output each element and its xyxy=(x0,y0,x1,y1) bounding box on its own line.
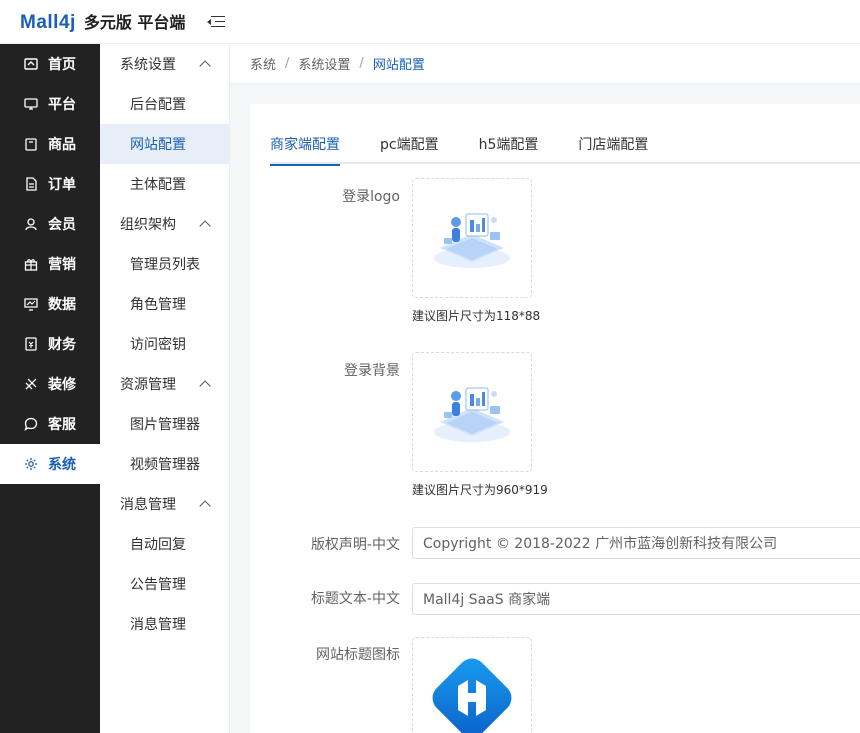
submenu-item[interactable]: 管理员列表 xyxy=(100,244,229,284)
breadcrumb-separator: / xyxy=(359,56,364,71)
submenu-item[interactable]: 主体配置 xyxy=(100,164,229,204)
submenu-item[interactable]: 图片管理器 xyxy=(100,404,229,444)
sidebar-item-label: 商品 xyxy=(48,137,76,153)
sidebar-item-label: 系统 xyxy=(48,457,76,473)
bag-icon xyxy=(24,137,38,151)
main-sidebar: 首页平台商品订单会员营销数据财务装修客服系统 xyxy=(0,44,100,733)
collapse-menu-icon[interactable] xyxy=(207,14,226,30)
placeholder-illustration-icon xyxy=(434,213,510,268)
submenu-item[interactable]: 网站配置 xyxy=(100,124,229,164)
breadcrumb-current: 网站配置 xyxy=(372,58,425,73)
submenu-group[interactable]: 系统设置 xyxy=(100,44,229,84)
favicon-label: 网站标题图标 xyxy=(316,647,400,663)
favicon-upload[interactable] xyxy=(412,637,532,733)
sidebar-item-label: 财务 xyxy=(48,337,76,353)
submenu-item[interactable]: 公告管理 xyxy=(100,564,229,604)
submenu-group-title: 资源管理 xyxy=(120,377,176,393)
tab-store-config[interactable]: 门店端配置 xyxy=(578,134,648,164)
sidebar-item-label: 营销 xyxy=(48,257,76,273)
sidebar-item-label: 首页 xyxy=(48,57,76,73)
sidebar-item[interactable]: 数据 xyxy=(0,284,100,324)
submenu-item[interactable]: 视频管理器 xyxy=(100,444,229,484)
submenu-item[interactable]: 后台配置 xyxy=(100,84,229,124)
chart-icon xyxy=(24,297,38,311)
submenu-group-title: 系统设置 xyxy=(120,57,176,73)
sidebar-item[interactable]: 装修 xyxy=(0,364,100,404)
tab-merchant-config[interactable]: 商家端配置 xyxy=(270,134,340,166)
sidebar-item[interactable]: 会员 xyxy=(0,204,100,244)
chevron-up-icon xyxy=(199,60,211,72)
favicon-logo-icon xyxy=(432,658,512,733)
login-logo-hint: 建议图片尺寸为118*88 xyxy=(412,309,541,323)
copyright-label: 版权声明-中文 xyxy=(310,537,400,553)
login-bg-label: 登录背景 xyxy=(344,363,400,379)
tab-h5-config[interactable]: h5端配置 xyxy=(479,134,539,164)
sidebar-item[interactable]: 财务 xyxy=(0,324,100,364)
chevron-up-icon xyxy=(199,500,211,512)
submenu-group-title: 组织架构 xyxy=(120,217,176,233)
submenu-item[interactable]: 自动回复 xyxy=(100,524,229,564)
members-icon xyxy=(24,217,38,231)
sidebar-item[interactable]: 平台 xyxy=(0,84,100,124)
login-bg-hint: 建议图片尺寸为960*919 xyxy=(412,483,548,497)
title-text-label: 标题文本-中文 xyxy=(310,591,400,607)
sidebar-item[interactable]: 客服 xyxy=(0,404,100,444)
home-icon xyxy=(24,57,38,71)
submenu-item[interactable]: 消息管理 xyxy=(100,604,229,644)
sidebar-item-label: 客服 xyxy=(48,417,76,433)
sidebar-item[interactable]: 系统 xyxy=(0,444,100,484)
gear-icon xyxy=(24,457,38,471)
sidebar-item[interactable]: 商品 xyxy=(0,124,100,164)
sidebar-item-label: 订单 xyxy=(48,177,76,193)
decorate-icon xyxy=(24,377,38,391)
chat-icon xyxy=(24,417,38,431)
app-title: 多元版 平台端 xyxy=(83,13,186,32)
sidebar-item-label: 装修 xyxy=(48,377,76,393)
app-logo[interactable]: Mall4j 多元版 平台端 xyxy=(20,9,185,34)
logo-mark: Mall4j xyxy=(20,12,76,33)
tab-pc-config[interactable]: pc端配置 xyxy=(380,134,439,164)
sidebar-item[interactable]: 首页 xyxy=(0,44,100,84)
submenu-group-title: 消息管理 xyxy=(120,497,176,513)
main-content: 系统 / 系统设置 / 网站配置 商家端配置 pc端配置 h5端配置 门店端配置… xyxy=(230,44,860,733)
monitor-icon xyxy=(24,97,38,111)
document-icon xyxy=(24,177,38,191)
sidebar-item-label: 数据 xyxy=(48,297,76,313)
gift-icon xyxy=(24,257,38,271)
chevron-up-icon xyxy=(199,220,211,232)
login-bg-upload[interactable] xyxy=(412,352,532,472)
login-logo-label: 登录logo xyxy=(342,189,400,205)
config-tabs: 商家端配置 pc端配置 h5端配置 门店端配置 xyxy=(270,134,860,166)
submenu-group[interactable]: 消息管理 xyxy=(100,484,229,524)
top-header: Mall4j 多元版 平台端 xyxy=(0,0,860,44)
chevron-up-icon xyxy=(199,380,211,392)
config-card: 商家端配置 pc端配置 h5端配置 门店端配置 登录logo 建议图片尺寸为11… xyxy=(250,104,860,733)
copyright-input[interactable] xyxy=(412,527,860,559)
login-logo-upload[interactable] xyxy=(412,178,532,298)
sidebar-item[interactable]: 订单 xyxy=(0,164,100,204)
sidebar-item[interactable]: 营销 xyxy=(0,244,100,284)
breadcrumb: 系统 / 系统设置 / 网站配置 xyxy=(230,44,860,84)
sub-menu: 系统设置后台配置 网站配置 主体配置组织架构管理员列表 角色管理 访问密钥资源管理图片管… xyxy=(100,44,230,733)
submenu-group[interactable]: 资源管理 xyxy=(100,364,229,404)
placeholder-illustration-icon xyxy=(434,387,510,442)
finance-icon xyxy=(24,337,38,351)
sidebar-item-label: 平台 xyxy=(48,97,76,113)
breadcrumb-item[interactable]: 系统 xyxy=(250,54,276,73)
sidebar-item-label: 会员 xyxy=(48,217,76,233)
submenu-item[interactable]: 角色管理 xyxy=(100,284,229,324)
title-text-input[interactable] xyxy=(412,583,860,615)
breadcrumb-item[interactable]: 系统设置 xyxy=(298,54,350,73)
breadcrumb-separator: / xyxy=(285,56,290,71)
submenu-group[interactable]: 组织架构 xyxy=(100,204,229,244)
submenu-item[interactable]: 访问密钥 xyxy=(100,324,229,364)
